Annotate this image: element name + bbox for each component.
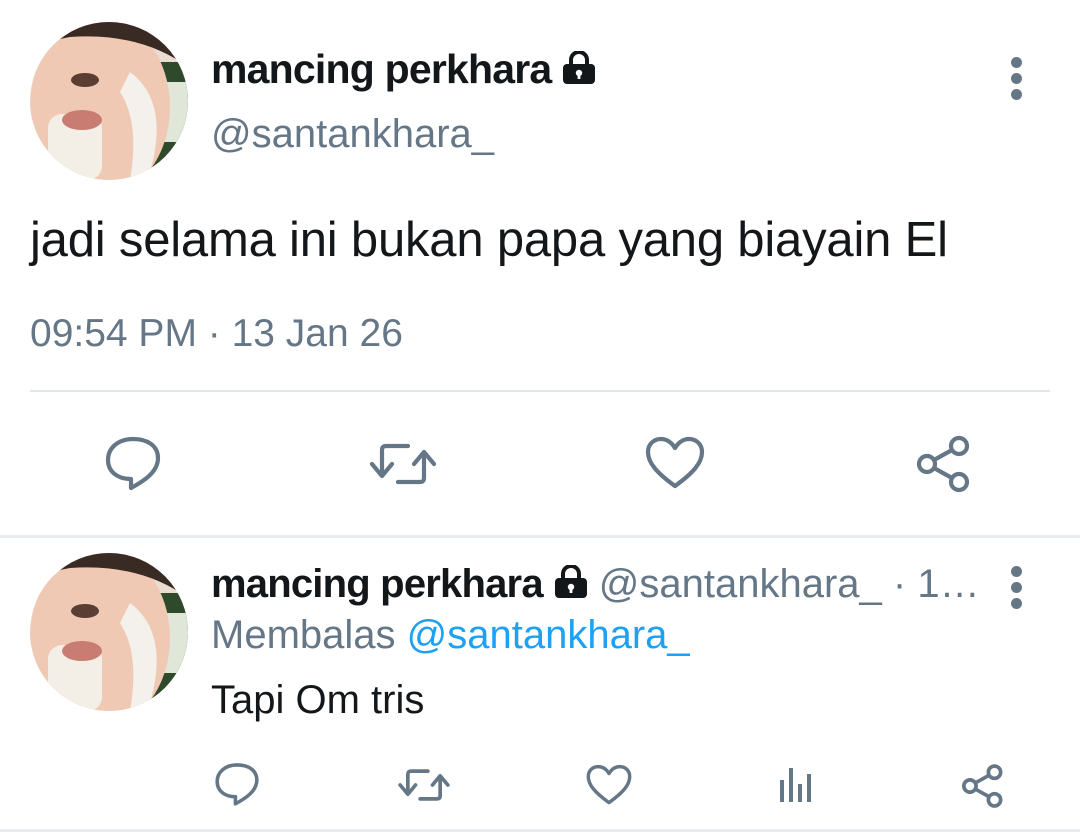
replying-to: Membalas @santankhara_ xyxy=(211,613,690,658)
reply-handle-time[interactable]: @santankhara_ · 1… xyxy=(599,562,980,606)
retweet-button[interactable] xyxy=(397,764,451,806)
tweet-text: jadi selama ini bukan papa yang biayain … xyxy=(30,213,948,267)
replying-label: Membalas xyxy=(211,613,396,657)
reply-display-name[interactable]: mancing perkhara xyxy=(211,562,544,606)
share-button[interactable] xyxy=(959,762,1007,810)
analytics-icon xyxy=(780,768,811,802)
timestamp[interactable]: 09:54 PM · 13 Jan 26 xyxy=(30,312,403,356)
divider xyxy=(30,390,1050,392)
retweet-button[interactable] xyxy=(368,438,438,490)
like-button[interactable] xyxy=(645,435,705,491)
share-icon xyxy=(961,764,1003,808)
like-button[interactable] xyxy=(585,763,633,807)
avatar-photo xyxy=(30,553,188,711)
lock-icon xyxy=(554,565,587,598)
lock-icon xyxy=(563,51,596,84)
reply-header: mancing perkhara @santankhara_ · 1… xyxy=(211,562,980,607)
retweet-icon xyxy=(398,769,450,801)
avatar-photo xyxy=(30,22,188,180)
reply-button[interactable] xyxy=(100,432,166,494)
avatar[interactable] xyxy=(30,22,188,180)
share-icon xyxy=(916,435,970,493)
bottom-separator xyxy=(0,829,1080,832)
reply-button[interactable] xyxy=(213,760,261,808)
reply-icon xyxy=(215,763,259,806)
more-vertical-icon[interactable] xyxy=(1011,566,1023,614)
reply-avatar[interactable] xyxy=(30,553,188,711)
mention-link[interactable]: @santankhara_ xyxy=(407,613,690,657)
heart-icon xyxy=(586,764,632,805)
analytics-button[interactable] xyxy=(774,762,818,806)
section-separator xyxy=(0,535,1080,538)
share-button[interactable] xyxy=(914,434,974,494)
more-vertical-icon[interactable] xyxy=(1011,57,1023,105)
handle[interactable]: @santankhara_ xyxy=(211,112,494,157)
display-name[interactable]: mancing perkhara xyxy=(211,46,597,93)
heart-icon xyxy=(645,436,705,489)
reply-text: Tapi Om tris xyxy=(211,678,425,722)
reply-icon xyxy=(105,436,161,491)
retweet-icon xyxy=(369,443,437,485)
